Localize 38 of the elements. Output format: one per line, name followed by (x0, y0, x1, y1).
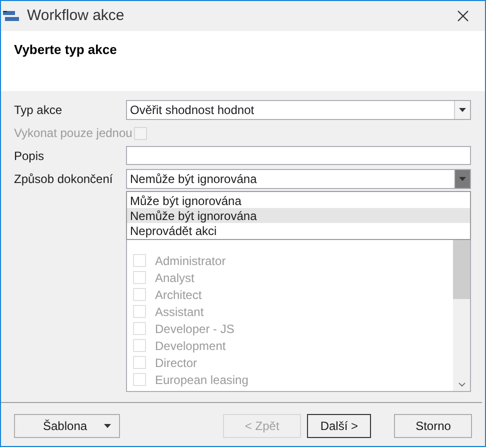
list-item-label: Administrator (155, 252, 226, 270)
checkbox[interactable] (133, 322, 146, 335)
menu-item[interactable]: Může být ignorována (127, 193, 470, 208)
checkbox[interactable] (133, 305, 146, 318)
checkbox[interactable] (133, 288, 146, 301)
list-item-label: Analyst (155, 270, 194, 286)
button[interactable]: Další > (306, 414, 372, 438)
field-label: Vykonat pouze jednou (14, 125, 134, 142)
button: < Zpět (223, 414, 301, 438)
list-item-label: Director (155, 354, 198, 372)
list-item-label: Developer - JS (155, 320, 234, 338)
list-item-label: European leasing (155, 372, 248, 388)
caret-icon (104, 424, 112, 428)
caret-icon (459, 177, 466, 181)
field-label: Způsob dokončení (14, 171, 114, 188)
field-label: Popis (14, 148, 46, 164)
checkbox[interactable] (133, 254, 146, 267)
close-button[interactable] (455, 8, 471, 24)
input-field[interactable] (126, 146, 471, 165)
button[interactable]: Storno (394, 414, 472, 438)
menu-item[interactable]: Neprovádět akci (127, 223, 470, 238)
button[interactable]: Šablona (14, 414, 120, 438)
checkbox[interactable] (133, 373, 146, 386)
field-label: Typ akce (14, 102, 64, 119)
checkbox[interactable] (133, 271, 146, 284)
dropdown-field[interactable]: Nemůže být ignorována (126, 169, 471, 189)
caret-icon (459, 108, 466, 112)
list-item-label: Architect (155, 286, 202, 304)
page-heading: Vyberte typ akce (14, 41, 118, 59)
list-item-label: Assistant (155, 304, 204, 320)
dropdown-field[interactable]: Ověřit shodnost hodnot (126, 100, 471, 120)
close-icon (457, 10, 469, 22)
window-title: Workflow akce (27, 6, 124, 26)
list-item-label: Development (155, 338, 226, 354)
app-icon (3, 10, 21, 22)
menu-item[interactable]: Nemůže být ignorována (127, 208, 470, 223)
checkbox[interactable] (133, 339, 146, 352)
checkbox[interactable] (133, 356, 146, 369)
